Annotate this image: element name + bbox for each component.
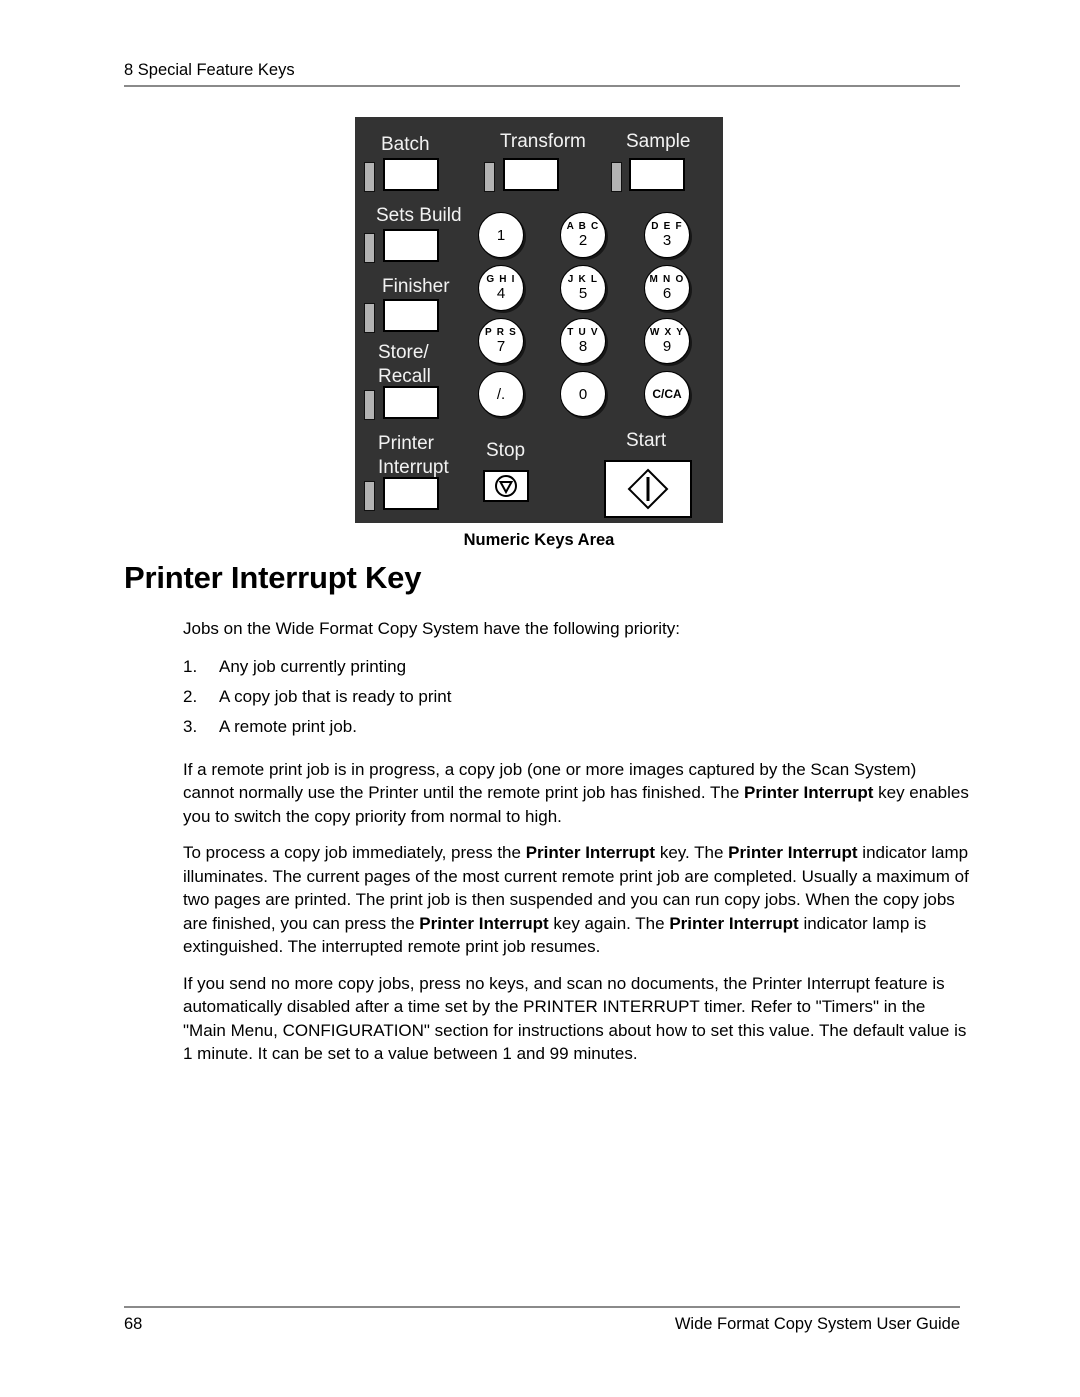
numeric-key-slash-dot-digit: /.	[496, 385, 506, 403]
feature-key-button-transform[interactable]	[503, 158, 559, 191]
indicator-lamp-transform	[484, 162, 495, 192]
start-label: Start	[626, 430, 667, 451]
feature-key-label-recall: Recall	[378, 366, 431, 387]
control-panel-figure: Batch Transform Sample Sets Build Finish…	[355, 117, 723, 523]
stop-button[interactable]	[483, 470, 529, 502]
list-item-text: A remote print job.	[219, 716, 357, 736]
stop-label: Stop	[486, 440, 526, 461]
running-header: 8 Special Feature Keys	[124, 60, 960, 87]
numeric-key-8-digit: 8	[578, 338, 588, 355]
feature-key-button-sets-build[interactable]	[383, 229, 439, 262]
header-divider	[124, 85, 960, 87]
numeric-key-3-digit: 3	[662, 232, 672, 249]
feature-key-button-finisher[interactable]	[383, 299, 439, 332]
numeric-key-6-digit: 6	[662, 285, 672, 302]
feature-key-button-store-recall[interactable]	[383, 386, 439, 419]
numeric-key-4-digit: 4	[496, 285, 506, 302]
paragraph-process-copy-part4: key again. The	[548, 913, 670, 933]
feature-key-button-sample[interactable]	[629, 158, 685, 191]
guide-title: Wide Format Copy System User Guide	[674, 1315, 960, 1333]
numeric-key-0-digit: 0	[578, 385, 588, 403]
numeric-key-9-digit: 9	[662, 338, 672, 355]
indicator-lamp-sample	[611, 162, 622, 192]
body-content: Jobs on the Wide Format Copy System have…	[183, 617, 970, 1079]
feature-key-label-sample: Sample	[626, 131, 691, 152]
list-item-text: A copy job that is ready to print	[219, 686, 452, 706]
list-item-number: 1.	[183, 656, 198, 676]
indicator-lamp-batch	[364, 162, 375, 192]
list-item-text: Any job currently printing	[219, 656, 407, 676]
numeric-key-1-digit: 1	[496, 226, 506, 244]
numeric-key-6-letters: M N O	[649, 274, 685, 285]
feature-key-label-finisher: Finisher	[382, 276, 450, 297]
paragraph-process-copy-part2: key. The	[655, 843, 729, 862]
numeric-key-4-letters: G H I	[486, 274, 516, 285]
paragraph-process-copy: To process a copy job immediately, press…	[183, 841, 970, 959]
start-button[interactable]	[604, 460, 692, 518]
printer-interrupt-bold: Printer Interrupt	[728, 843, 858, 862]
priority-list: 1. Any job currently printing 2. A copy …	[183, 652, 970, 742]
list-item-number: 2.	[183, 686, 198, 706]
feature-key-button-batch[interactable]	[383, 158, 439, 191]
numeric-key-4[interactable]: G H I 4	[478, 265, 524, 311]
numeric-key-2[interactable]: A B C 2	[560, 212, 606, 258]
stop-icon	[495, 475, 517, 497]
numeric-key-2-digit: 2	[578, 232, 588, 249]
numeric-key-7-digit: 7	[496, 338, 506, 355]
numeric-key-8-letters: T U V	[567, 327, 599, 338]
numeric-key-9[interactable]: W X Y 9	[644, 318, 690, 364]
footer-divider	[124, 1306, 960, 1308]
feature-key-label-store: Store/	[378, 342, 429, 363]
page-footer: 68 Wide Format Copy System User Guide	[124, 1306, 960, 1334]
intro-paragraph: Jobs on the Wide Format Copy System have…	[183, 619, 680, 638]
indicator-lamp-finisher	[364, 303, 375, 333]
printer-interrupt-bold: Printer Interrupt	[525, 843, 656, 862]
figure-caption: Numeric Keys Area	[463, 531, 615, 549]
feature-key-label-batch: Batch	[381, 134, 430, 155]
feature-key-label-transform: Transform	[500, 131, 586, 152]
numeric-key-9-letters: W X Y	[649, 327, 685, 338]
list-item: 1. Any job currently printing	[183, 652, 970, 682]
printer-interrupt-bold: Printer Interrupt	[669, 913, 799, 933]
printer-interrupt-bold: Printer Interrupt	[744, 783, 874, 802]
numeric-key-clear[interactable]: C/CA	[644, 371, 690, 417]
indicator-lamp-sets-build	[364, 233, 375, 263]
list-item: 3. A remote print job.	[183, 712, 970, 742]
numeric-key-0[interactable]: 0	[560, 371, 606, 417]
running-header-text: 8 Special Feature Keys	[124, 61, 295, 79]
numeric-key-8[interactable]: T U V 8	[560, 318, 606, 364]
numeric-key-6[interactable]: M N O 6	[644, 265, 690, 311]
numeric-key-3[interactable]: D E F 3	[644, 212, 690, 258]
numeric-key-5[interactable]: J K L 5	[560, 265, 606, 311]
list-item-number: 3.	[183, 716, 198, 736]
numeric-key-7-letters: P R S	[485, 327, 517, 338]
feature-key-button-printer-interrupt[interactable]	[383, 477, 439, 510]
numeric-key-5-letters: J K L	[567, 274, 599, 285]
feature-key-label-interrupt: Interrupt	[378, 457, 449, 478]
indicator-lamp-printer-interrupt	[364, 481, 375, 511]
start-icon	[627, 468, 669, 510]
list-item: 2. A copy job that is ready to print	[183, 682, 970, 712]
numeric-key-5-digit: 5	[578, 285, 588, 302]
printer-interrupt-bold: Printer Interrupt	[419, 913, 549, 933]
numeric-key-7[interactable]: P R S 7	[478, 318, 524, 364]
numeric-key-slash-dot[interactable]: /.	[478, 371, 524, 417]
numeric-key-2-letters: A B C	[566, 221, 600, 232]
feature-key-label-printer: Printer	[378, 433, 434, 454]
control-panel: Batch Transform Sample Sets Build Finish…	[355, 117, 723, 523]
numeric-key-clear-label: C/CA	[652, 387, 682, 401]
feature-key-label-sets-build: Sets Build	[376, 205, 462, 226]
paragraph-process-copy-part1: To process a copy job immediately, press…	[183, 843, 526, 862]
paragraph-remote-print: If a remote print job is in progress, a …	[183, 758, 970, 829]
paragraph-timer: If you send no more copy jobs, press no …	[183, 973, 967, 1064]
document-page: 8 Special Feature Keys Batch Transform S…	[0, 0, 1080, 1397]
numeric-key-3-letters: D E F	[651, 221, 683, 232]
indicator-lamp-store-recall	[364, 390, 375, 420]
numeric-key-1[interactable]: 1	[478, 212, 524, 258]
page-number: 68	[124, 1315, 143, 1333]
page-title: Printer Interrupt Key	[124, 560, 422, 595]
